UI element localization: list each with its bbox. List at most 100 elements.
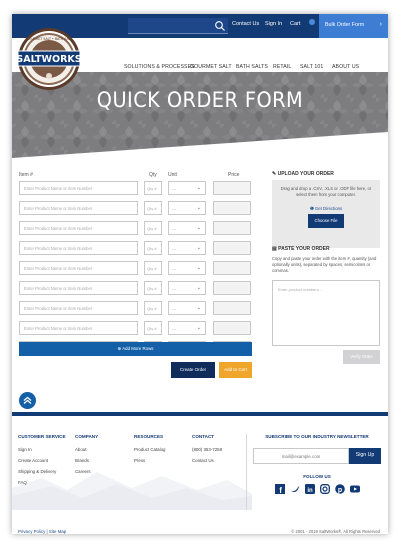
item-number-input[interactable]: Enter Product Name or Item Number xyxy=(19,301,138,315)
instagram-icon[interactable] xyxy=(320,484,330,494)
quantity-input[interactable]: Qty # xyxy=(144,221,162,235)
item-number-input[interactable]: Enter Product Name or Item Number xyxy=(19,261,138,275)
add-more-rows-label: Add More Rows xyxy=(122,346,154,351)
unit-select[interactable]: --- ⌄ xyxy=(168,281,206,295)
chevron-down-icon: ⌄ xyxy=(196,305,201,311)
get-directions-link[interactable]: ❶ Get Directions xyxy=(272,206,380,212)
cart-link[interactable]: Cart xyxy=(290,21,300,27)
email-placeholder: mail@example.com xyxy=(281,454,321,459)
bulk-order-form-label: Bulk Order Form xyxy=(325,22,365,28)
nav-item-retail[interactable]: RETAIL xyxy=(273,64,291,70)
price-column-header: Price xyxy=(228,172,240,178)
item-number-input[interactable]: Enter Product Name or Item Number xyxy=(19,201,138,215)
footer-link[interactable]: Shipping & Delivery xyxy=(18,469,56,474)
unit-select-value: --- xyxy=(172,246,176,251)
nav-item-gourmet-salt[interactable]: GOURMET SALT xyxy=(190,64,232,70)
site-footer: CUSTOMER SERVICE Sign In Create Account Shi… xyxy=(12,412,388,534)
footer-link[interactable]: Sign In xyxy=(18,447,32,452)
create-order-button[interactable]: Create Order xyxy=(171,362,215,378)
bulk-order-form-button[interactable]: Bulk Order Form › xyxy=(319,14,388,38)
quantity-input[interactable]: Qty # xyxy=(144,261,162,275)
main-navigation: SALTWORKS GOURMET SALT • BATH SALT SOLUT… xyxy=(12,28,388,90)
unit-select-value: --- xyxy=(172,286,176,291)
paste-order-textarea[interactable]: Enter product numbers... xyxy=(272,280,380,346)
saltworks-logo[interactable]: SALTWORKS GOURMET SALT • BATH SALT xyxy=(16,26,82,92)
price-field xyxy=(213,201,251,215)
quantity-input[interactable]: Qty # xyxy=(144,281,162,295)
svg-text:p: p xyxy=(338,487,342,494)
item-number-input[interactable]: Enter Product Name or Item Number xyxy=(19,241,138,255)
sign-up-label: Sign Up xyxy=(355,452,375,458)
footer-column-title: RESOURCES xyxy=(134,434,164,439)
unit-select[interactable]: --- ⌄ xyxy=(168,321,206,335)
footer-link[interactable]: FAQ xyxy=(18,480,27,485)
footer-link[interactable]: Careers xyxy=(75,469,91,474)
chevron-down-icon: ⌄ xyxy=(196,285,201,291)
nav-item-solutions[interactable]: SOLUTIONS & PROCESSES xyxy=(124,64,195,70)
item-number-input[interactable]: Enter Product Name or Item Number xyxy=(19,221,138,235)
add-more-rows-button[interactable]: ⊕ Add More Rows xyxy=(19,342,252,356)
facebook-icon[interactable]: f xyxy=(275,484,285,494)
unit-select[interactable]: --- ⌄ xyxy=(168,201,206,215)
unit-select[interactable]: --- ⌄ xyxy=(168,261,206,275)
contact-us-link[interactable]: Contact Us xyxy=(232,21,259,27)
unit-column-header: Unit xyxy=(168,172,177,178)
item-number-input[interactable]: Enter Product Name or Item Number xyxy=(19,321,138,335)
footer-link[interactable]: Contact Us xyxy=(192,458,214,463)
quantity-input[interactable]: Qty # xyxy=(144,181,162,195)
newsletter-email-input[interactable]: mail@example.com xyxy=(253,448,349,464)
footer-column-title: CUSTOMER SERVICE xyxy=(18,434,66,439)
unit-select-value: --- xyxy=(172,326,176,331)
footer-link[interactable]: Product Catalog xyxy=(134,447,166,452)
item-number-input[interactable]: Enter Product Name or Item Number xyxy=(19,181,138,195)
item-number-input[interactable]: Enter Product Name or Item Number xyxy=(19,281,138,295)
quantity-input[interactable]: Qty # xyxy=(144,301,162,315)
search-icon[interactable] xyxy=(214,20,226,32)
quantity-input[interactable]: Qty # xyxy=(144,241,162,255)
footer-link[interactable]: About xyxy=(75,447,86,452)
linkedin-icon[interactable]: in xyxy=(305,484,315,494)
paste-instructions: Copy and paste your order with the item … xyxy=(272,256,377,273)
chevron-down-icon: ⌄ xyxy=(196,325,201,331)
add-to-cart-button[interactable]: Add to Cart xyxy=(219,362,252,378)
file-drop-zone[interactable]: Drag and drop a .CSV, .XLS or .ODF file … xyxy=(272,180,380,248)
upload-section-title: ✎ UPLOAD YOUR ORDER xyxy=(272,171,334,177)
footer-divider xyxy=(246,434,247,510)
twitter-icon[interactable] xyxy=(290,484,300,494)
youtube-icon[interactable] xyxy=(350,484,360,494)
footer-link[interactable]: Brands xyxy=(75,458,89,463)
nav-item-bath-salts[interactable]: BATH SALTS xyxy=(236,64,268,70)
unit-select[interactable]: --- ⌄ xyxy=(168,221,206,235)
price-field xyxy=(213,181,251,195)
choose-file-button[interactable]: Choose File xyxy=(308,214,344,228)
sign-up-button[interactable]: Sign Up xyxy=(349,448,381,464)
unit-select[interactable]: --- ⌄ xyxy=(168,241,206,255)
paste-placeholder: Enter product numbers... xyxy=(278,287,323,292)
nav-item-about-us[interactable]: ABOUT US xyxy=(332,64,359,70)
chevron-right-icon: › xyxy=(379,21,382,28)
unit-select-value: --- xyxy=(172,206,176,211)
pinterest-icon[interactable]: p xyxy=(335,484,345,494)
svg-text:GOURMET SALT • BATH SALT: GOURMET SALT • BATH SALT xyxy=(26,37,72,41)
verify-order-button[interactable]: Verify Order xyxy=(343,350,380,364)
sign-in-link[interactable]: Sign In xyxy=(265,21,282,27)
chevron-down-icon: ⌄ xyxy=(196,185,201,191)
quantity-input[interactable]: Qty # xyxy=(144,201,162,215)
footer-link[interactable]: Create Account xyxy=(18,458,48,463)
nav-item-salt-101[interactable]: SALT 101 xyxy=(300,64,323,70)
newsletter-title: SUBSCRIBE TO OUR INDUSTRY NEWSLETTER xyxy=(265,434,369,439)
quantity-input[interactable]: Qty # xyxy=(144,321,162,335)
unit-select-value: --- xyxy=(172,226,176,231)
follow-us-label: FOLLOW US xyxy=(303,474,331,479)
price-field xyxy=(213,301,251,315)
back-to-top-button[interactable] xyxy=(19,392,36,409)
footer-link[interactable]: (800) 353-7258 xyxy=(192,447,222,452)
unit-select[interactable]: --- ⌄ xyxy=(168,181,206,195)
footer-column-title: CONTACT xyxy=(192,434,215,439)
add-to-cart-label: Add to Cart xyxy=(224,367,247,372)
page-frame: Contact Us Sign In Cart Bulk Order Form … xyxy=(12,14,388,534)
footer-link[interactable]: Press xyxy=(134,458,145,463)
unit-select[interactable]: --- ⌄ xyxy=(168,301,206,315)
legal-links[interactable]: Privacy Policy | Site Map xyxy=(18,529,66,534)
search-input[interactable] xyxy=(128,18,228,34)
